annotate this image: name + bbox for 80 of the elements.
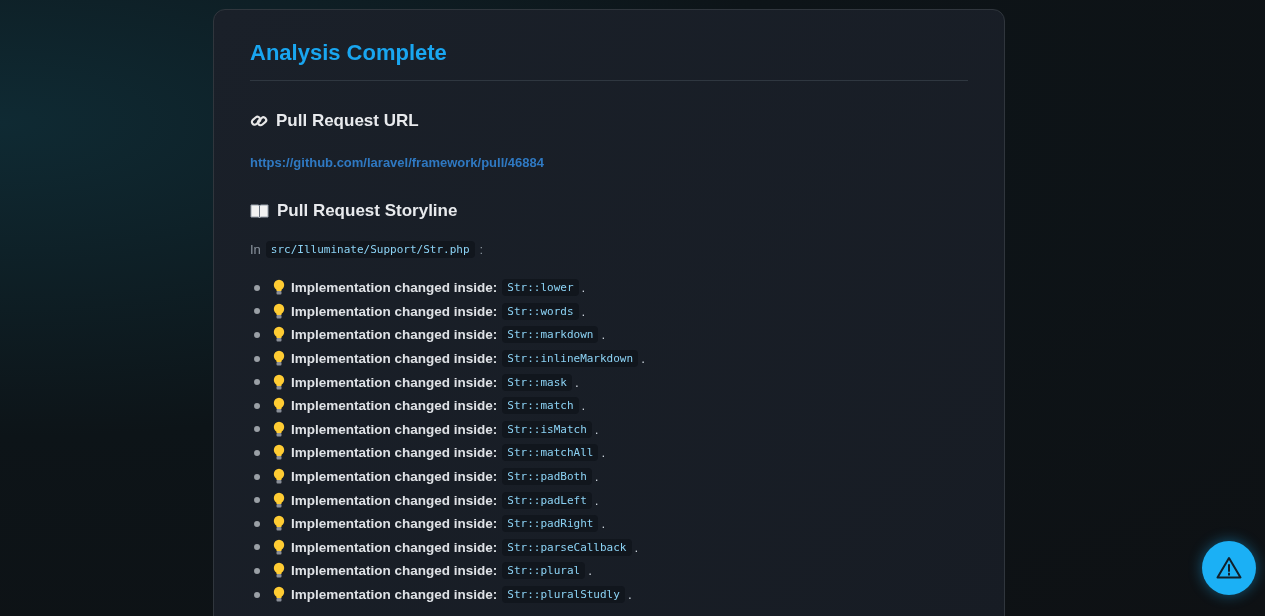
warning-button[interactable] — [1202, 541, 1256, 595]
bullet-icon — [254, 473, 260, 480]
file-path: src/Illuminate/Support/Str.php — [265, 241, 475, 258]
pull-request-link[interactable]: https://github.com/laravel/framework/pull/46884 — [250, 155, 545, 170]
change-label: Implementation changed inside: — [291, 398, 498, 414]
intro-text: In — [250, 242, 261, 257]
punctuation: . — [581, 398, 586, 414]
lightbulb-icon — [273, 302, 285, 320]
punctuation: . — [627, 587, 632, 602]
change-label: Implementation changed inside: — [291, 539, 498, 555]
lightbulb-icon — [273, 279, 285, 297]
method-name: Str::inlineMarkdown — [502, 350, 639, 368]
change-label: Implementation changed inside: — [291, 445, 498, 461]
punctuation: . — [601, 516, 606, 532]
change-label: Implementation changed inside: — [291, 469, 498, 485]
method-name: Str::padBoth — [502, 468, 592, 486]
bullet-icon — [254, 426, 260, 433]
bullet-icon — [254, 332, 260, 338]
change-label: Implementation changed inside: — [291, 492, 498, 508]
change-label: Implementation changed inside: — [291, 280, 498, 296]
warning-icon — [1216, 556, 1242, 580]
punctuation: . — [641, 351, 645, 367]
punctuation: . — [594, 469, 599, 485]
book-icon — [250, 203, 269, 219]
method-name: Str::words — [502, 302, 579, 320]
lightbulb-icon — [273, 562, 285, 580]
bullet-icon — [254, 379, 260, 386]
lightbulb-icon — [273, 326, 285, 344]
section-heading: Pull Request URL — [276, 111, 419, 131]
section-heading: Pull Request Storyline — [277, 201, 458, 221]
lightbulb-icon — [273, 515, 285, 533]
bullet-icon — [254, 402, 260, 409]
bullet-icon — [254, 567, 260, 574]
punctuation: . — [594, 492, 599, 508]
punctuation: . — [581, 303, 586, 319]
bullet-icon — [254, 497, 260, 504]
bullet-icon — [254, 355, 260, 362]
lightbulb-icon — [273, 350, 285, 368]
lightbulb-icon — [273, 468, 285, 486]
method-name: Str::lower — [502, 279, 579, 297]
method-name: Str::parseCallback — [502, 538, 632, 556]
change-label: Implementation changed inside: — [291, 327, 498, 343]
method-name: Str::pluralStudly — [502, 586, 625, 603]
bullet-icon — [254, 308, 260, 315]
method-name: Str::padRight — [502, 515, 599, 533]
change-label: Implementation changed inside: — [291, 303, 498, 319]
lightbulb-icon — [273, 586, 285, 603]
punctuation: . — [574, 374, 579, 390]
page-title: Analysis Complete — [250, 40, 968, 81]
change-label: Implementation changed inside: — [291, 587, 498, 602]
change-label: Implementation changed inside: — [291, 421, 498, 437]
bullet-icon — [254, 520, 260, 527]
method-name: Str::matchAll — [502, 444, 599, 462]
method-name: Str::match — [502, 397, 579, 415]
change-label: Implementation changed inside: — [291, 516, 498, 532]
punctuation: . — [588, 563, 592, 579]
method-name: Str::plural — [502, 562, 586, 580]
change-label: Implementation changed inside: — [291, 563, 498, 579]
punctuation: . — [601, 445, 606, 461]
lightbulb-icon — [273, 491, 285, 509]
punctuation: . — [594, 421, 599, 437]
method-name: Str::padLeft — [502, 491, 592, 509]
lightbulb-icon — [273, 444, 285, 462]
method-name: Str::markdown — [502, 326, 599, 344]
bullet-icon — [254, 544, 260, 551]
lightbulb-icon — [273, 538, 285, 556]
punctuation: . — [634, 539, 639, 555]
lightbulb-icon — [273, 373, 285, 391]
lightbulb-icon — [273, 397, 285, 415]
punctuation: . — [601, 327, 606, 343]
method-name: Str::isMatch — [502, 420, 592, 438]
bullet-icon — [254, 284, 260, 291]
bullet-icon — [254, 591, 260, 598]
lightbulb-icon — [273, 420, 285, 438]
change-label: Implementation changed inside: — [291, 351, 498, 367]
intro-text: : — [479, 242, 484, 257]
method-name: Str::mask — [502, 373, 572, 391]
bullet-icon — [254, 449, 260, 456]
change-label: Implementation changed inside: — [291, 374, 498, 390]
punctuation: . — [581, 280, 586, 296]
